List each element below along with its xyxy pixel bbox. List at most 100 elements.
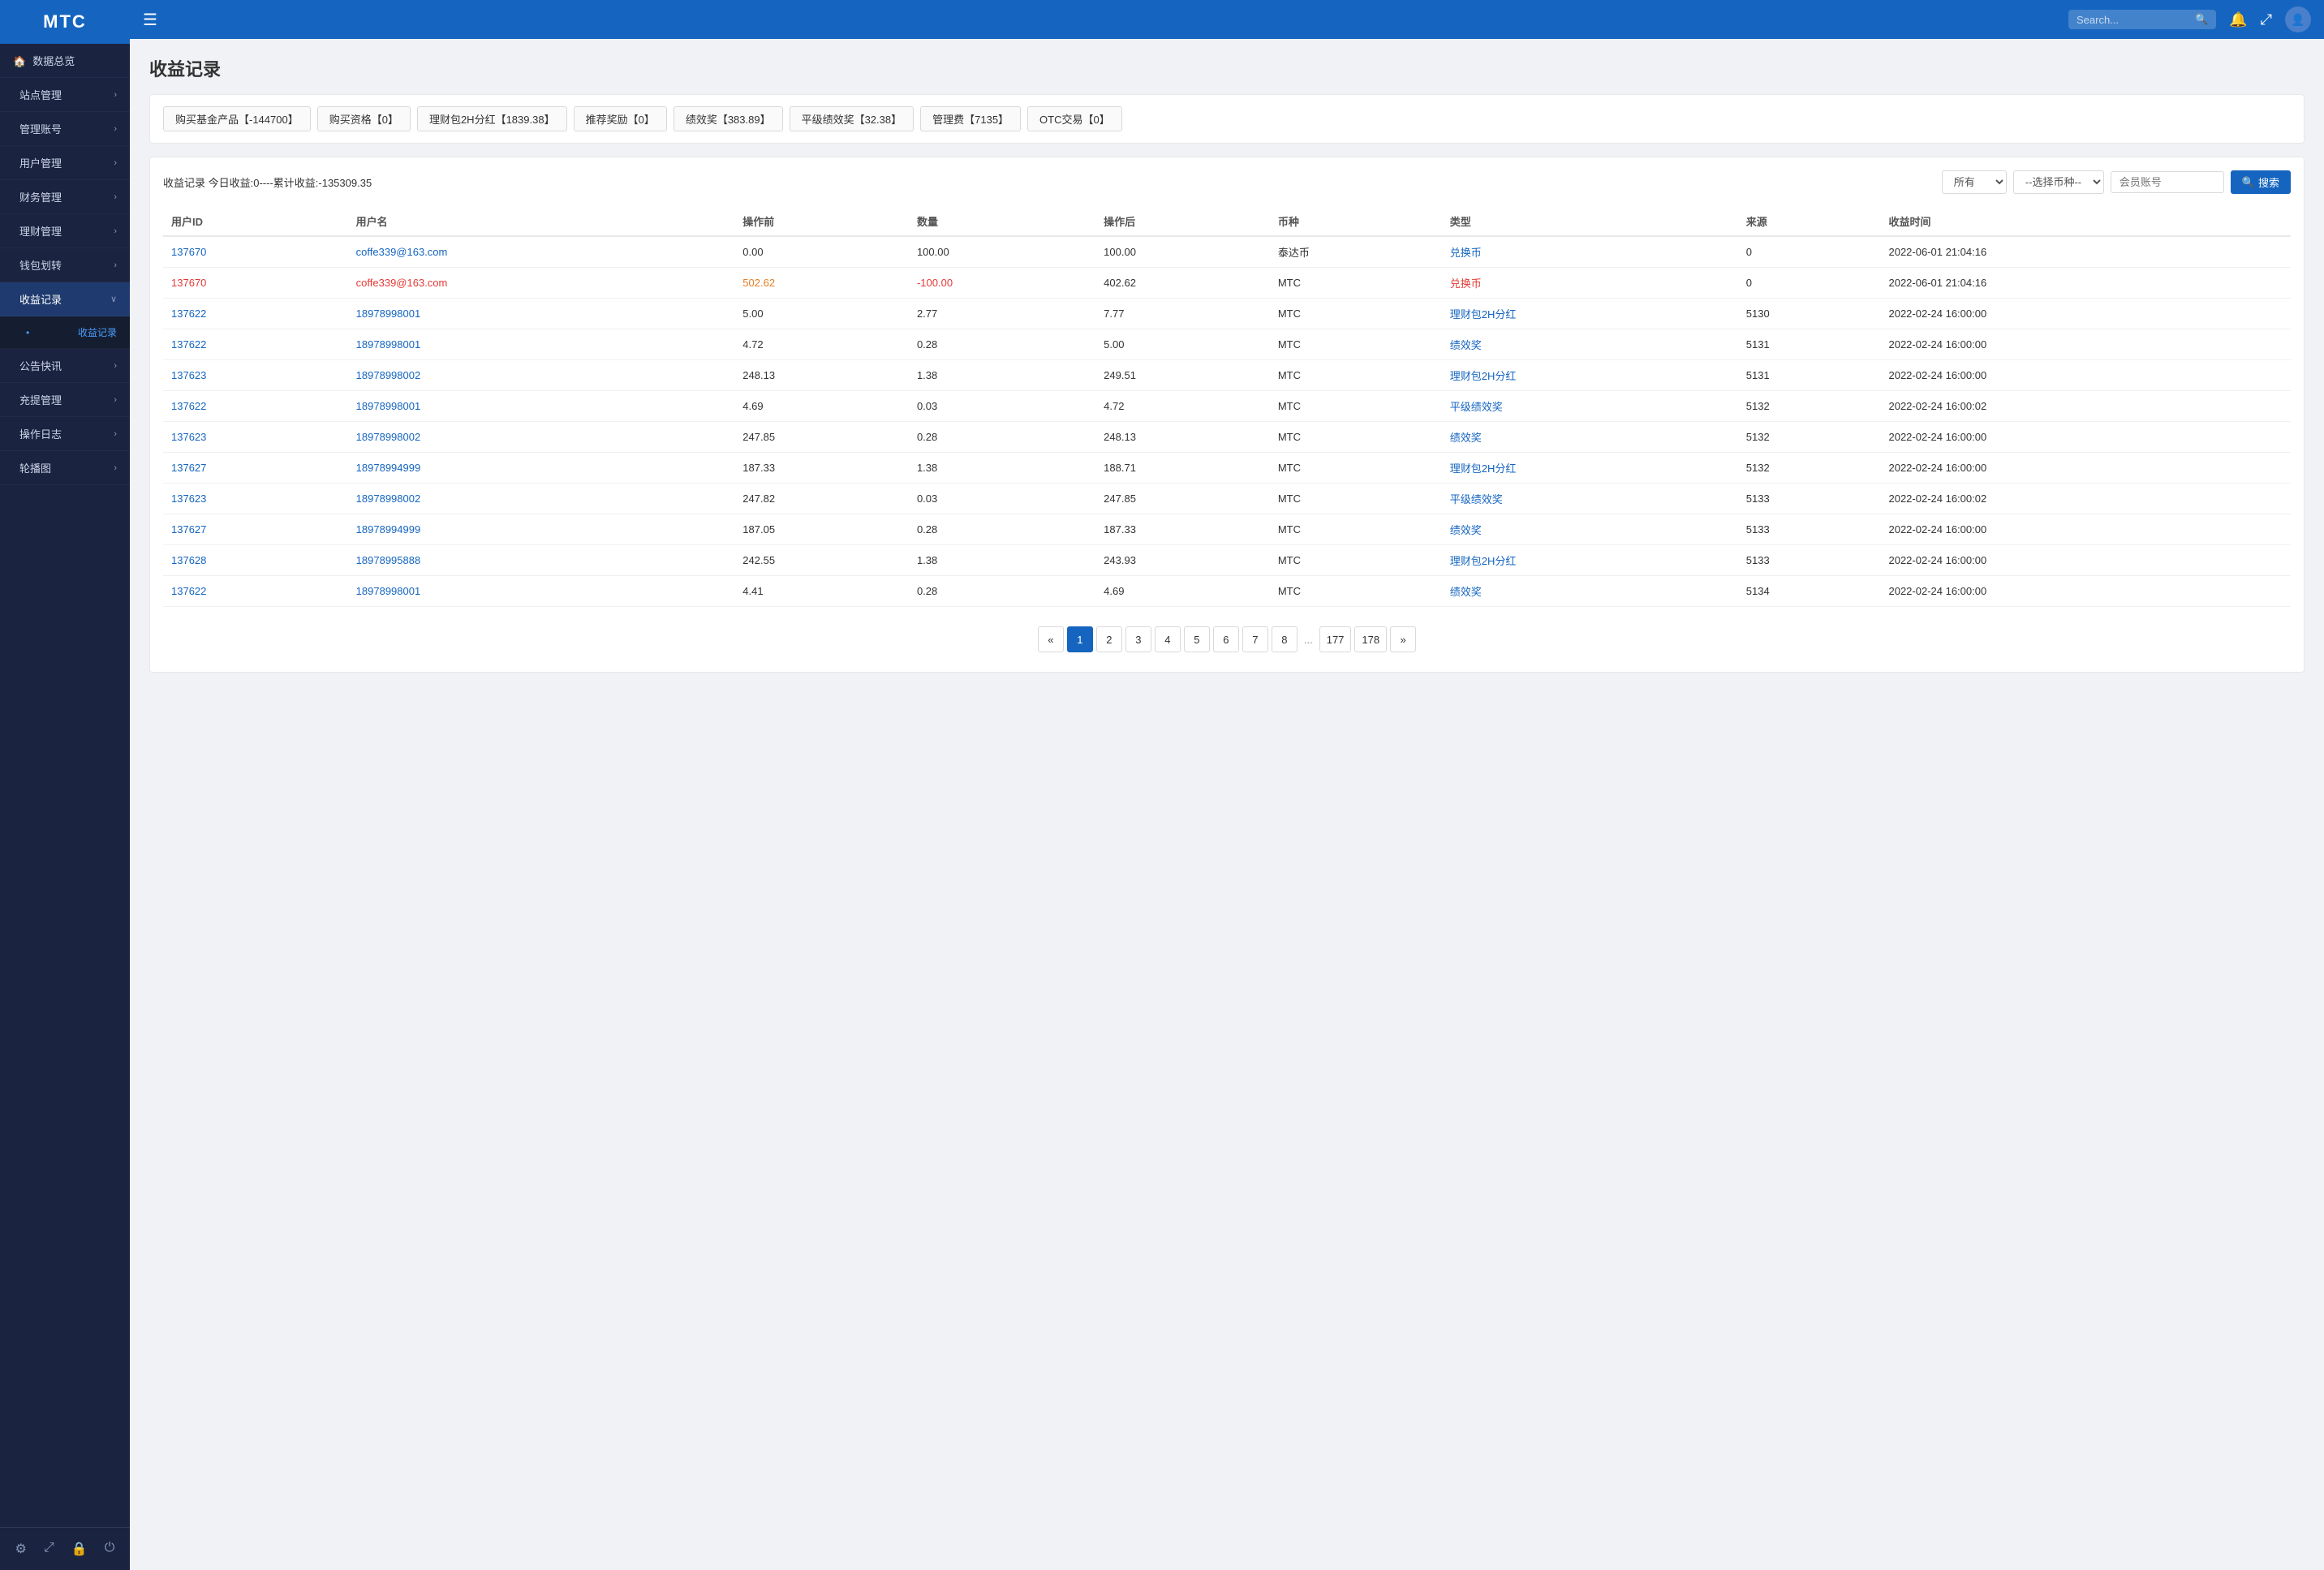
cell-uid[interactable]: 137627	[163, 453, 348, 484]
sidebar-item-oplog[interactable]: 操作日志 ›	[0, 417, 130, 451]
cell-type[interactable]: 理财包2H分红	[1442, 299, 1738, 329]
page-prev-btn[interactable]: «	[1038, 626, 1064, 652]
cell-after: 402.62	[1095, 268, 1270, 299]
sidebar-item-users[interactable]: 用户管理 ›	[0, 146, 130, 180]
lock-icon[interactable]: 🔒	[68, 1538, 91, 1560]
filter-tab-1[interactable]: 购买资格【0】	[317, 106, 411, 131]
cell-type[interactable]: 绩效奖	[1442, 422, 1738, 453]
cell-username[interactable]: coffe339@163.com	[348, 268, 735, 299]
sidebar-item-recharge[interactable]: 充提管理 ›	[0, 383, 130, 417]
filter-tab-3[interactable]: 推荐奖励【0】	[574, 106, 667, 131]
sidebar-item-announcement[interactable]: 公告快讯 ›	[0, 349, 130, 383]
cell-type[interactable]: 绩效奖	[1442, 329, 1738, 360]
filter-tab-7[interactable]: OTC交易【0】	[1027, 106, 1122, 131]
type-filter-select[interactable]: 所有	[1942, 170, 2007, 194]
filter-tab-2[interactable]: 理财包2H分红【1839.38】	[417, 106, 567, 131]
fullscreen-icon[interactable]: ⤢	[2261, 11, 2272, 28]
cell-username[interactable]: 18978998001	[348, 329, 735, 360]
search-input[interactable]	[2077, 14, 2190, 26]
cell-after: 247.85	[1095, 484, 1270, 514]
expand-icon[interactable]: ⤢	[41, 1538, 58, 1560]
cell-username[interactable]: 18978994999	[348, 453, 735, 484]
cell-uid[interactable]: 137623	[163, 484, 348, 514]
topnav: ☰ 🔍 🔔 ⤢ 👤	[130, 0, 2324, 39]
cell-username[interactable]: 18978994999	[348, 514, 735, 545]
cell-uid[interactable]: 137623	[163, 422, 348, 453]
power-icon[interactable]: ⏻	[101, 1538, 118, 1560]
cell-username[interactable]: 18978998001	[348, 576, 735, 607]
cell-amount: 2.77	[909, 299, 1095, 329]
cell-uid[interactable]: 137622	[163, 576, 348, 607]
filter-tab-0[interactable]: 购买基金产品【-144700】	[163, 106, 311, 131]
cell-type[interactable]: 兑换币	[1442, 236, 1738, 268]
cell-type[interactable]: 理财包2H分红	[1442, 453, 1738, 484]
cell-username[interactable]: 18978998002	[348, 422, 735, 453]
cell-after: 4.69	[1095, 576, 1270, 607]
page-next-btn[interactable]: »	[1390, 626, 1416, 652]
page-btn-4[interactable]: 4	[1155, 626, 1181, 652]
cell-uid[interactable]: 137628	[163, 545, 348, 576]
cell-username[interactable]: coffe339@163.com	[348, 236, 735, 268]
cell-username[interactable]: 18978998001	[348, 391, 735, 422]
main-panel: 收益记录 今日收益:0----累计收益:-135309.35 所有 --选择币种…	[149, 157, 2305, 673]
search-button[interactable]: 🔍 搜索	[2231, 170, 2291, 194]
sidebar-item-account[interactable]: 管理账号 ›	[0, 112, 130, 146]
cell-username[interactable]: 18978998002	[348, 360, 735, 391]
cell-before: 4.69	[734, 391, 909, 422]
page-btn-5[interactable]: 5	[1184, 626, 1210, 652]
sidebar-item-finance[interactable]: 财务管理 ›	[0, 180, 130, 214]
cell-before: 242.55	[734, 545, 909, 576]
cell-uid[interactable]: 137627	[163, 514, 348, 545]
cell-type[interactable]: 平级绩效奖	[1442, 391, 1738, 422]
page-btn-178[interactable]: 178	[1354, 626, 1387, 652]
sidebar-item-wealth[interactable]: 理财管理 ›	[0, 214, 130, 248]
sidebar-item-site[interactable]: 站点管理 ›	[0, 78, 130, 112]
cell-uid[interactable]: 137670	[163, 236, 348, 268]
account-filter-input[interactable]	[2111, 171, 2224, 193]
cell-type[interactable]: 理财包2H分红	[1442, 545, 1738, 576]
cell-time: 2022-02-24 16:00:00	[1880, 514, 2291, 545]
cell-amount: 100.00	[909, 236, 1095, 268]
cell-uid[interactable]: 137623	[163, 360, 348, 391]
sidebar-item-dashboard[interactable]: 🏠数据总览	[0, 44, 130, 78]
cell-type[interactable]: 平级绩效奖	[1442, 484, 1738, 514]
coin-filter-select[interactable]: --选择币种--	[2013, 170, 2104, 194]
cell-type[interactable]: 理财包2H分红	[1442, 360, 1738, 391]
filter-tab-6[interactable]: 管理费【7135】	[920, 106, 1021, 131]
page-btn-2[interactable]: 2	[1096, 626, 1122, 652]
page-btn-1[interactable]: 1	[1067, 626, 1093, 652]
page-btn-177[interactable]: 177	[1319, 626, 1352, 652]
notification-icon[interactable]: 🔔	[2229, 11, 2247, 28]
filter-tab-4[interactable]: 绩效奖【383.89】	[674, 106, 783, 131]
cell-before: 247.82	[734, 484, 909, 514]
cell-username[interactable]: 18978995888	[348, 545, 735, 576]
cell-before: 248.13	[734, 360, 909, 391]
cell-type[interactable]: 兑换币	[1442, 268, 1738, 299]
cell-uid[interactable]: 137622	[163, 299, 348, 329]
cell-after: 188.71	[1095, 453, 1270, 484]
cell-uid[interactable]: 137622	[163, 391, 348, 422]
page-btn-8[interactable]: 8	[1272, 626, 1298, 652]
cell-username[interactable]: 18978998002	[348, 484, 735, 514]
page-btn-3[interactable]: 3	[1125, 626, 1151, 652]
cell-username[interactable]: 18978998001	[348, 299, 735, 329]
cell-coin: MTC	[1270, 422, 1442, 453]
cell-type[interactable]: 绩效奖	[1442, 576, 1738, 607]
filter-tab-5[interactable]: 平级绩效奖【32.38】	[790, 106, 915, 131]
cell-before: 5.00	[734, 299, 909, 329]
cell-uid[interactable]: 137670	[163, 268, 348, 299]
avatar[interactable]: 👤	[2285, 6, 2311, 32]
settings-icon[interactable]: ⚙	[12, 1538, 30, 1560]
cell-type[interactable]: 绩效奖	[1442, 514, 1738, 545]
cell-uid[interactable]: 137622	[163, 329, 348, 360]
cell-source: 5132	[1738, 453, 1881, 484]
sidebar-item-wallet[interactable]: 钱包划转 ›	[0, 248, 130, 282]
hamburger-icon[interactable]: ☰	[143, 10, 157, 30]
page-btn-6[interactable]: 6	[1213, 626, 1239, 652]
sidebar-item-income-record[interactable]: 收益记录	[0, 316, 130, 349]
sidebar-item-banner[interactable]: 轮播图 ›	[0, 451, 130, 485]
page-btn-7[interactable]: 7	[1242, 626, 1268, 652]
cell-amount: 1.38	[909, 360, 1095, 391]
sidebar-item-income[interactable]: 收益记录 ∨	[0, 282, 130, 316]
col-type: 类型	[1442, 207, 1738, 236]
